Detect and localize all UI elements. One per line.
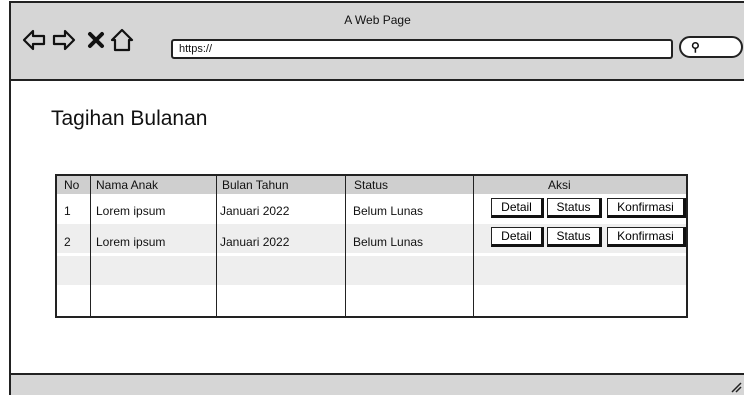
status-bar	[11, 373, 744, 395]
cell-status: Belum Lunas	[353, 204, 424, 218]
cell-month: Januari 2022	[220, 235, 290, 249]
table-row: 1 Lorem ipsum Januari 2022 Belum Lunas D…	[57, 195, 686, 224]
url-text: https://	[179, 43, 213, 55]
table-row-empty	[57, 256, 686, 285]
resize-grip-icon[interactable]	[730, 381, 742, 393]
url-bar[interactable]: https://	[171, 39, 673, 59]
cell-name: Lorem ipsum	[96, 204, 166, 218]
magnifier-icon: ⚲	[691, 40, 700, 54]
cell-status: Belum Lunas	[353, 235, 424, 249]
cell-no: 1	[64, 204, 71, 218]
detail-button[interactable]: Detail	[491, 198, 544, 218]
header-name: Nama Anak	[96, 178, 159, 192]
browser-chrome: A Web Page https:// ⚲	[11, 3, 744, 81]
column-divider	[216, 176, 217, 316]
header-no: No	[64, 178, 80, 192]
search-field[interactable]: ⚲	[679, 36, 743, 58]
column-divider	[473, 176, 474, 316]
confirm-button[interactable]: Konfirmasi	[607, 198, 686, 218]
billing-table: No Nama Anak Bulan Tahun Status Aksi 1 L…	[55, 174, 688, 318]
header-month: Bulan Tahun	[222, 178, 289, 192]
header-status: Status	[354, 178, 389, 192]
page-title: Tagihan Bulanan	[51, 107, 208, 130]
cell-no: 2	[64, 235, 71, 249]
browser-window: A Web Page https:// ⚲ Tagihan Bulanan No…	[9, 1, 744, 395]
window-title: A Web Page	[344, 13, 411, 27]
column-divider	[90, 176, 91, 316]
confirm-button[interactable]: Konfirmasi	[607, 227, 686, 247]
cell-name: Lorem ipsum	[96, 235, 166, 249]
cell-month: Januari 2022	[220, 204, 290, 218]
table-row: 2 Lorem ipsum Januari 2022 Belum Lunas D…	[57, 224, 686, 253]
detail-button[interactable]: Detail	[491, 227, 544, 247]
column-divider	[345, 176, 346, 316]
status-button[interactable]: Status	[547, 227, 602, 247]
table-header: No Nama Anak Bulan Tahun Status Aksi	[57, 176, 686, 194]
home-icon[interactable]	[109, 27, 135, 53]
back-arrow-icon[interactable]	[21, 27, 47, 53]
close-icon[interactable]	[83, 27, 109, 53]
header-action: Aksi	[548, 178, 571, 192]
status-button[interactable]: Status	[547, 198, 602, 218]
forward-arrow-icon[interactable]	[51, 27, 77, 53]
